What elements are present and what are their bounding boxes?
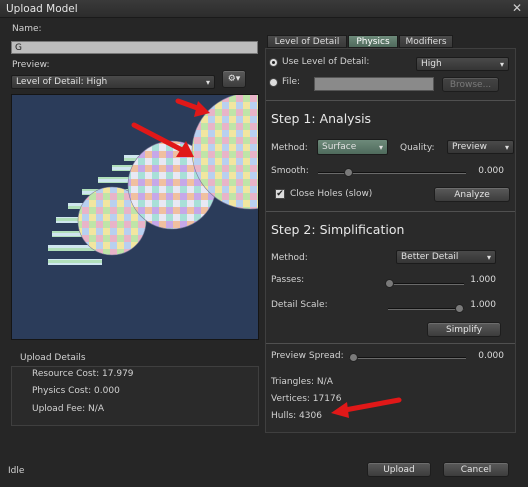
analysis-method-label: Method: (271, 143, 308, 153)
model-preview-render (48, 95, 258, 265)
smooth-slider-track[interactable] (318, 172, 466, 174)
tab-physics[interactable]: Physics (348, 35, 398, 48)
passes-label: Passes: (271, 275, 305, 285)
chevron-down-icon: ▾ (486, 253, 491, 262)
chevron-down-icon: ▾ (504, 143, 509, 152)
physics-panel (265, 48, 516, 433)
upload-details-title: Upload Details (20, 353, 86, 363)
model-preview-viewport[interactable] (11, 94, 259, 340)
detail-scale-label: Detail Scale: (271, 300, 328, 310)
upload-fee: Upload Fee: N/A (32, 404, 104, 414)
close-holes-label: Close Holes (slow) (290, 189, 373, 199)
name-label: Name: (12, 24, 42, 34)
analysis-method-dropdown[interactable]: Surface ▾ (317, 139, 388, 155)
window-title: Upload Model (6, 3, 78, 15)
smooth-label: Smooth: (271, 166, 309, 176)
simplify-method-value: Better Detail (401, 252, 459, 262)
passes-slider-track[interactable] (388, 283, 464, 285)
use-lod-dropdown[interactable]: High ▾ (416, 57, 509, 71)
analysis-method-value: Surface (322, 142, 357, 152)
analyze-button[interactable]: Analyze (434, 187, 510, 202)
preview-spread-value: 0.000 (478, 351, 504, 361)
resource-cost: Resource Cost: 17.979 (32, 369, 134, 379)
name-field[interactable]: G (11, 41, 258, 54)
use-lod-radio[interactable] (269, 58, 278, 67)
detail-scale-slider-track[interactable] (388, 308, 464, 310)
preview-lod-value: Level of Detail: High (16, 77, 108, 87)
checkmark-icon: ✔ (276, 189, 284, 199)
close-holes-checkbox[interactable]: ✔ (275, 189, 285, 199)
cancel-button[interactable]: Cancel (443, 462, 509, 477)
browse-button[interactable]: Browse... (442, 77, 499, 92)
quality-dropdown[interactable]: Preview ▾ (447, 140, 514, 154)
smooth-slider-knob[interactable] (344, 168, 353, 177)
status-text: Idle (8, 466, 25, 476)
divider (266, 343, 515, 344)
use-lod-label: Use Level of Detail: (282, 57, 370, 67)
title-bar: Upload Model ✕ (0, 0, 528, 18)
file-label: File: (282, 77, 301, 87)
use-lod-value: High (421, 59, 442, 69)
quality-value: Preview (452, 142, 488, 152)
hulls-count: Hulls: 4306 (271, 411, 322, 421)
preview-options-gear-button[interactable]: ⚙▾ (222, 70, 246, 88)
passes-slider-knob[interactable] (385, 279, 394, 288)
physics-cost: Physics Cost: 0.000 (32, 386, 120, 396)
annotation-arrow-icon (331, 397, 402, 418)
simplify-method-dropdown[interactable]: Better Detail ▾ (396, 250, 496, 264)
triangles-count: Triangles: N/A (271, 377, 333, 387)
preview-spread-slider-track[interactable] (349, 357, 466, 359)
passes-value: 1.000 (470, 275, 496, 285)
chevron-down-icon: ▾ (205, 78, 210, 87)
preview-lod-dropdown[interactable]: Level of Detail: High ▾ (11, 75, 215, 89)
preview-label: Preview: (12, 60, 50, 70)
smooth-value: 0.000 (478, 166, 504, 176)
file-path-field[interactable] (314, 77, 434, 91)
divider (266, 100, 515, 101)
step1-heading: Step 1: Analysis (271, 111, 372, 126)
close-icon[interactable]: ✕ (512, 1, 522, 15)
simplify-button[interactable]: Simplify (427, 322, 501, 337)
detail-scale-slider-knob[interactable] (455, 304, 464, 313)
tab-modifiers[interactable]: Modifiers (399, 35, 453, 48)
detail-scale-value: 1.000 (470, 300, 496, 310)
divider (266, 211, 515, 212)
preview-spread-label: Preview Spread: (271, 351, 344, 361)
step2-heading: Step 2: Simplification (271, 222, 405, 237)
chevron-down-icon: ▾ (378, 143, 383, 152)
file-radio[interactable] (269, 78, 278, 87)
tab-level-of-detail[interactable]: Level of Detail (267, 35, 347, 48)
quality-label: Quality: (400, 143, 435, 153)
upload-button[interactable]: Upload (367, 462, 431, 477)
chevron-down-icon: ▾ (499, 60, 504, 69)
gear-icon: ⚙▾ (227, 74, 241, 84)
simplify-method-label: Method: (271, 253, 308, 263)
preview-spread-slider-knob[interactable] (349, 353, 358, 362)
